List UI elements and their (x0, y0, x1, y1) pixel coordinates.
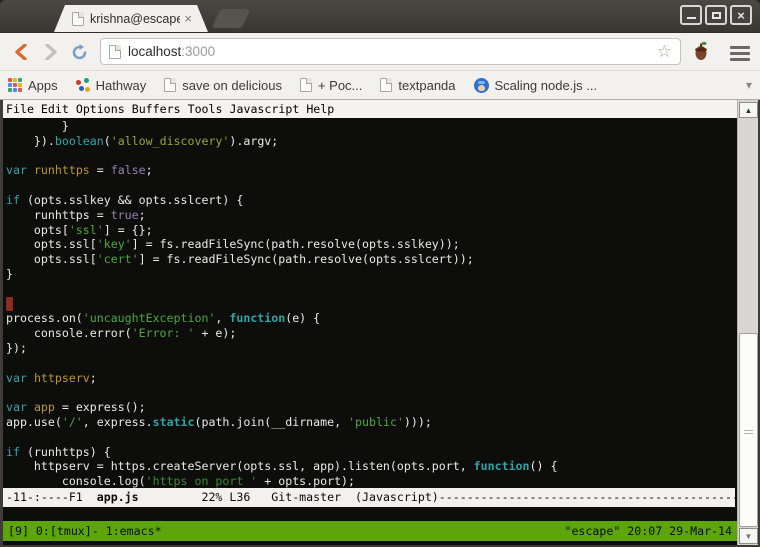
acorn-icon (692, 40, 710, 62)
url-bar[interactable]: localhost:3000 ☆ (100, 38, 681, 65)
back-icon (14, 44, 28, 60)
scrollbar-grip-icon (744, 430, 753, 436)
modeline-buffer-name: app.js (97, 490, 139, 504)
browser-window: krishna@escape: ~ × × localhost:3000 ☆ (0, 0, 760, 547)
window-controls: × (680, 5, 752, 25)
emacs-modeline: -11-:----F1 app.js 22% L36 Git-master (J… (3, 488, 735, 507)
code-line: runhttps = true; (6, 208, 557, 223)
emacs-menu-file[interactable]: File (6, 102, 34, 116)
code-line: app.use('/', express.static(path.join(__… (6, 415, 557, 430)
code-line: httpserv = https.createServer(opts.ssl, … (6, 459, 557, 474)
bookmarks-bar: Apps Hathway save on delicious + Poc... … (0, 71, 760, 100)
page-icon (380, 78, 392, 92)
scroll-down-arrow-icon[interactable]: ▼ (739, 528, 758, 544)
bookmark-scaling-nodejs[interactable]: Scaling node.js ... (474, 78, 598, 93)
forward-icon (44, 44, 58, 60)
back-button[interactable] (8, 39, 34, 65)
emacs-menu-javascript[interactable]: Javascript (230, 102, 300, 116)
code-line: console.error('Error: ' + e); (6, 326, 557, 341)
minimize-icon (687, 17, 696, 19)
code-line (6, 149, 557, 164)
browser-toolbar: localhost:3000 ☆ (0, 32, 760, 71)
code-line: opts.ssl['cert'] = fs.readFileSync(path.… (6, 252, 557, 267)
text-cursor (6, 297, 13, 311)
code-area[interactable]: } }).boolean('allow_discovery').argv; va… (6, 119, 557, 489)
tmux-windows[interactable]: [9] 0:[tmux]- 1:emacs* (8, 521, 162, 541)
hamburger-icon (730, 46, 750, 49)
url-page-icon (109, 45, 121, 59)
titlebar: krishna@escape: ~ × × (0, 0, 760, 32)
maximize-button[interactable] (705, 5, 727, 25)
url-host: localhost (128, 44, 181, 59)
code-line: if (runhttps) { (6, 445, 557, 460)
tab-close-icon[interactable]: × (184, 12, 192, 25)
code-line: } (6, 267, 557, 282)
bookmark-hathway[interactable]: Hathway (76, 78, 147, 93)
bookmark-star-icon[interactable]: ☆ (657, 43, 672, 60)
scrollbar[interactable]: ▲ ▼ (737, 100, 758, 545)
code-line: }); (6, 341, 557, 356)
acorn-extension-button[interactable] (688, 38, 714, 64)
emacs-menu-edit[interactable]: Edit (41, 102, 69, 116)
minimize-button[interactable] (680, 5, 702, 25)
close-icon: × (737, 9, 745, 22)
code-line: } (6, 119, 557, 134)
reload-button[interactable] (66, 39, 92, 65)
tab-favicon-page-icon (72, 12, 84, 26)
code-line (6, 178, 557, 193)
code-line (6, 430, 557, 445)
bookmark-textpanda[interactable]: textpanda (380, 78, 455, 93)
scroll-up-arrow-icon[interactable]: ▲ (739, 102, 758, 118)
code-line (6, 282, 557, 297)
url-port: :3000 (181, 44, 215, 59)
forward-button[interactable] (38, 39, 64, 65)
modeline-status: 22% L36 Git-master (Javascript)---------… (139, 490, 735, 504)
code-line: opts['ssl'] = {}; (6, 223, 557, 238)
code-line: process.on('uncaughtException', function… (6, 311, 557, 326)
code-line: var app = express(); (6, 400, 557, 415)
page-icon (164, 78, 176, 92)
code-line: }).boolean('allow_discovery').argv; (6, 134, 557, 149)
code-line: if (opts.sslkey && opts.sslcert) { (6, 193, 557, 208)
terminal[interactable]: } }).boolean('allow_discovery').argv; va… (3, 118, 737, 541)
emacs-menu-bar: File Edit Options Buffers Tools Javascript Hel… (3, 100, 737, 118)
menu-button[interactable] (730, 46, 750, 64)
code-line (6, 385, 557, 400)
bookmarks-overflow-chevron-icon[interactable]: ▾ (746, 78, 752, 92)
code-line: var runhttps = false; (6, 163, 557, 178)
page-content: File Edit Options Buffers Tools Javascript Hel… (3, 100, 758, 545)
emacs-menu-tools[interactable]: Tools (188, 102, 223, 116)
code-line: var httpserv; (6, 371, 557, 386)
maximize-icon (712, 12, 721, 19)
emacs-menu-help[interactable]: Help (306, 102, 334, 116)
reload-icon (71, 44, 88, 61)
code-line: console.log('https on port ' + opts.port… (6, 474, 557, 489)
browser-tab[interactable]: krishna@escape: ~ × (54, 5, 208, 32)
tmux-status-bar: [9] 0:[tmux]- 1:emacs* "escape" 20:07 29… (3, 521, 737, 541)
tab-title: krishna@escape: ~ (90, 12, 180, 26)
apps-grid-icon (8, 78, 22, 92)
bookmark-pocket[interactable]: + Poc... (300, 78, 362, 93)
new-tab-button[interactable] (212, 9, 251, 28)
tmux-session-clock: "escape" 20:07 29-Mar-14 (564, 521, 732, 541)
emacs-menu-buffers[interactable]: Buffers (132, 102, 181, 116)
hathway-favicon-icon (76, 78, 90, 92)
bookmark-save-on-delicious[interactable]: save on delicious (164, 78, 282, 93)
code-line: opts.ssl['key'] = fs.readFileSync(path.r… (6, 237, 557, 252)
scrollbar-thumb[interactable] (739, 333, 758, 527)
close-button[interactable]: × (730, 5, 752, 25)
megaman-favicon-icon (474, 78, 489, 93)
modeline-prefix: -11-:----F1 (6, 490, 97, 504)
code-line (6, 297, 557, 312)
page-icon (300, 78, 312, 92)
code-line (6, 356, 557, 371)
emacs-menu-options[interactable]: Options (76, 102, 125, 116)
bookmark-apps[interactable]: Apps (8, 78, 58, 93)
